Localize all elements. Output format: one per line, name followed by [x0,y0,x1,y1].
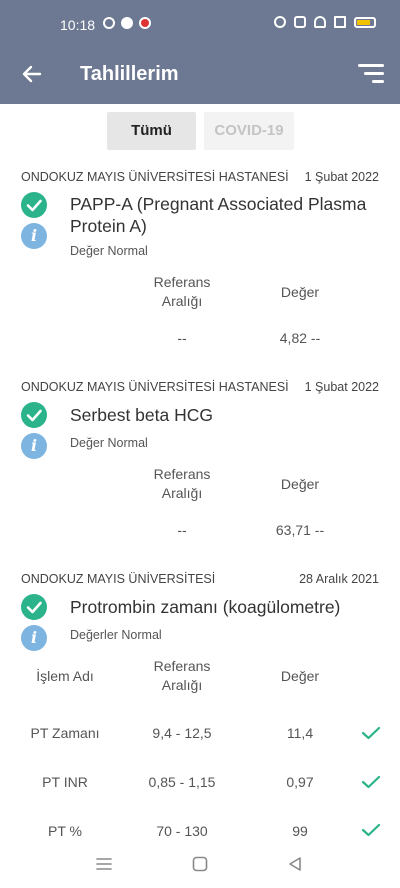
app-bar: Tahlillerim [0,46,400,104]
test-name: Serbest beta HCG [70,405,213,425]
check-circle-icon [21,402,47,428]
info-icon[interactable]: i [21,625,47,651]
result-status: Değerler Normal [70,628,162,642]
info-icon[interactable]: i [21,223,47,249]
nav-home-icon[interactable] [191,855,209,873]
nav-back-icon[interactable] [286,855,304,873]
facebook-icon [121,17,133,29]
signal-icon [334,16,346,28]
cell-value: 99 [292,823,308,839]
vibrate-icon [294,16,306,28]
cell-value: 63,71 -- [275,522,325,538]
column-header-value: Değer [280,476,320,492]
result-status: Değer Normal [70,244,148,258]
tab-covid19[interactable]: COVID-19 [204,112,294,150]
column-header-value: Değer [280,668,320,684]
status-notification-icons [103,17,151,29]
checkmark-icon [361,823,381,837]
wifi-icon [314,16,326,28]
test-name: PAPP-A (Pregnant Associated Plasma Prote… [70,194,367,236]
whatsapp-icon [103,17,115,29]
column-header-reference: Referans Aralığı [140,273,224,311]
nav-menu-icon[interactable] [95,856,113,872]
cell-reference: 70 - 130 [156,823,208,839]
cell-reference: 9,4 - 12,5 [152,725,212,741]
column-header-name: İşlem Adı [36,668,94,684]
result-date: 1 Şubat 2022 [304,170,379,184]
column-header-reference-line1: Referans [153,466,211,482]
page-title: Tahlillerim [80,63,179,85]
checkmark-icon [361,726,381,740]
hospital-name: ONDOKUZ MAYIS ÜNİVERSİTESİ HASTANESİ [21,170,289,184]
column-header-reference-line2: Aralığı [161,293,203,309]
cell-value: 0,97 [286,774,314,790]
status-bar: 10:18 [0,0,400,46]
result-date: 28 Aralık 2021 [299,572,379,586]
battery-icon [354,16,376,28]
cell-name: PT % [48,823,82,839]
column-header-reference-line2: Aralığı [161,485,203,501]
status-time: 10:18 [60,17,96,33]
cell-reference: -- [177,330,187,346]
column-header-reference-line1: Referans [153,658,211,674]
column-header-reference-line2: Aralığı [161,677,203,693]
cell-name: PT INR [42,774,88,790]
back-arrow-icon[interactable] [20,62,44,86]
column-header-reference-line1: Referans [153,274,211,290]
test-name: Protrombin zamanı (koagülometre) [70,597,341,617]
system-nav-bar [0,842,400,888]
filter-tabs: Tümü COVID-19 [0,112,400,152]
filter-menu-icon[interactable] [356,64,384,86]
status-system-icons [274,16,376,28]
column-header-reference: Referans Aralığı [140,465,224,503]
check-circle-icon [21,594,47,620]
tab-all[interactable]: Tümü [107,112,196,150]
hospital-name: ONDOKUZ MAYIS ÜNİVERSİTESİ HASTANESİ [21,380,289,394]
cell-value: 4,82 -- [279,330,321,346]
cell-name: PT Zamanı [30,725,100,741]
cell-value: 11,4 [286,725,314,741]
check-circle-icon [21,192,47,218]
alarm-icon [274,16,286,28]
info-icon[interactable]: i [21,433,47,459]
app-notification-icon [139,17,151,29]
cell-reference: -- [177,522,187,538]
result-date: 1 Şubat 2022 [304,380,379,394]
checkmark-icon [361,775,381,789]
column-header-reference: Referans Aralığı [140,657,224,695]
result-status: Değer Normal [70,436,148,450]
column-header-value: Değer [280,284,320,300]
hospital-name: ONDOKUZ MAYIS ÜNİVERSİTESİ [21,572,216,586]
cell-reference: 0,85 - 1,15 [148,774,216,790]
